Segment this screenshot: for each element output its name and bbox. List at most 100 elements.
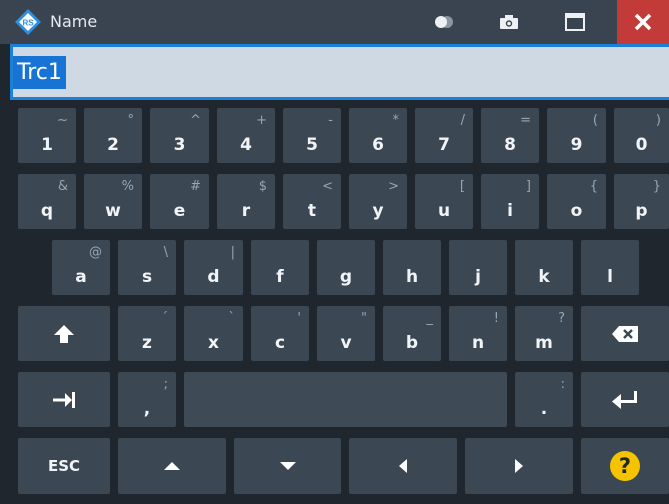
- enter-key[interactable]: [581, 372, 669, 427]
- key-z-label: z: [142, 333, 152, 353]
- key-l-label: l: [607, 267, 613, 287]
- key-k-label: k: [538, 267, 550, 287]
- key-4[interactable]: +4: [217, 108, 275, 163]
- shift-key[interactable]: [18, 306, 110, 361]
- svg-text:RS: RS: [22, 19, 34, 28]
- key-0[interactable]: ) 0: [614, 108, 669, 163]
- key-2[interactable]: ° 2: [84, 108, 142, 163]
- key-x-alt: `: [228, 311, 236, 326]
- arrow-down-key[interactable]: [234, 438, 341, 494]
- key-period[interactable]: :.: [515, 372, 573, 427]
- key-r-label: r: [241, 201, 251, 221]
- key-i[interactable]: ] i: [481, 174, 539, 229]
- key-z[interactable]: ´ z: [118, 306, 176, 361]
- key-6-alt: *: [392, 113, 400, 128]
- shift-up-arrow-icon: [54, 324, 74, 343]
- title-bar: RS Name: [0, 0, 669, 44]
- key-a-alt: @: [89, 245, 102, 260]
- key-p-label: p: [635, 201, 648, 221]
- key-2-alt: °: [127, 113, 135, 128]
- key-s[interactable]: \ s: [118, 240, 176, 295]
- key-s-label: s: [141, 267, 153, 287]
- key-o[interactable]: {o: [547, 174, 606, 229]
- key-t[interactable]: < t: [283, 174, 341, 229]
- key-9[interactable]: (9: [547, 108, 606, 163]
- key-m[interactable]: ? m: [515, 306, 573, 361]
- backspace-icon: [612, 325, 638, 342]
- key-p[interactable]: } p: [614, 174, 669, 229]
- key-w-alt: %: [121, 179, 134, 194]
- key-8-alt: =: [520, 113, 531, 128]
- key-4-alt: +: [256, 113, 267, 128]
- key-h[interactable]: h: [383, 240, 441, 295]
- arrow-right-key[interactable]: [465, 438, 573, 494]
- key-8[interactable]: = 8: [481, 108, 539, 163]
- key-7-alt: /: [460, 113, 465, 128]
- maximize-button[interactable]: [552, 0, 598, 44]
- key-g-label: g: [339, 267, 353, 287]
- key-y[interactable]: > y: [349, 174, 407, 229]
- screenshot-button[interactable]: [486, 0, 532, 44]
- key-v-alt: ": [361, 311, 367, 326]
- input-value-selected: Trc1: [13, 56, 66, 89]
- key-6[interactable]: * 6: [349, 108, 407, 163]
- key-b[interactable]: _ b: [383, 306, 441, 361]
- maximize-icon: [565, 13, 585, 31]
- key-w-label: w: [105, 201, 121, 221]
- arrow-left-key[interactable]: [349, 438, 457, 494]
- key-1-label: 1: [41, 135, 53, 155]
- tab-key[interactable]: [18, 372, 110, 427]
- input-frame: Trc1: [10, 44, 669, 100]
- svg-text:?: ?: [619, 454, 631, 478]
- space-key[interactable]: [184, 372, 507, 427]
- tab-icon: [53, 391, 75, 408]
- key-q[interactable]: & q: [18, 174, 76, 229]
- arrow-up-key[interactable]: [118, 438, 226, 494]
- key-w[interactable]: % w: [84, 174, 142, 229]
- key-d[interactable]: | d: [184, 240, 243, 295]
- key-j[interactable]: j: [449, 240, 507, 295]
- key-comma-alt: ;: [163, 377, 168, 392]
- key-7[interactable]: /7: [415, 108, 473, 163]
- key-l[interactable]: l: [581, 240, 639, 295]
- key-o-alt: {: [589, 179, 598, 194]
- key-comma[interactable]: ;,: [118, 372, 176, 427]
- key-o-label: o: [570, 201, 583, 221]
- key-e-label: e: [173, 201, 186, 221]
- key-q-label: q: [40, 201, 54, 221]
- backspace-key[interactable]: [581, 306, 669, 361]
- on-screen-keyboard: ~1 ° 2 ^ 3 +4 -5 * 6 /7 = 8 (9 ) 0 & q % w # e $…: [0, 100, 669, 504]
- key-5-alt: -: [328, 113, 333, 128]
- help-key[interactable]: ?: [581, 438, 669, 494]
- key-2-label: 2: [107, 135, 119, 155]
- arrow-down-icon: [279, 462, 296, 470]
- key-g[interactable]: g: [317, 240, 375, 295]
- key-1[interactable]: ~1: [18, 108, 76, 163]
- key-e[interactable]: # e: [150, 174, 209, 229]
- key-c[interactable]: ' c: [251, 306, 309, 361]
- key-5[interactable]: -5: [283, 108, 341, 163]
- key-period-alt: :: [560, 377, 565, 392]
- key-a[interactable]: @ a: [52, 240, 110, 295]
- key-n[interactable]: ! n: [449, 306, 507, 361]
- key-x[interactable]: ` x: [184, 306, 243, 361]
- key-0-label: 0: [635, 135, 648, 155]
- key-d-alt: |: [230, 245, 235, 260]
- close-button[interactable]: [617, 0, 669, 44]
- escape-key[interactable]: ESC: [18, 438, 110, 494]
- key-i-alt: ]: [525, 179, 531, 194]
- key-3[interactable]: ^ 3: [150, 108, 209, 163]
- key-x-label: x: [208, 333, 219, 353]
- key-e-alt: #: [190, 179, 201, 194]
- key-v[interactable]: " v: [317, 306, 375, 361]
- key-f[interactable]: f: [251, 240, 309, 295]
- key-r[interactable]: $ r: [217, 174, 275, 229]
- toggle-button[interactable]: [420, 0, 468, 44]
- key-t-label: t: [307, 201, 317, 221]
- key-k[interactable]: k: [515, 240, 573, 295]
- key-m-alt: ?: [558, 311, 565, 326]
- key-u[interactable]: [u: [415, 174, 473, 229]
- key-n-label: n: [471, 333, 485, 353]
- rohde-schwarz-logo-icon: RS: [15, 9, 41, 35]
- name-input[interactable]: Trc1: [13, 47, 669, 97]
